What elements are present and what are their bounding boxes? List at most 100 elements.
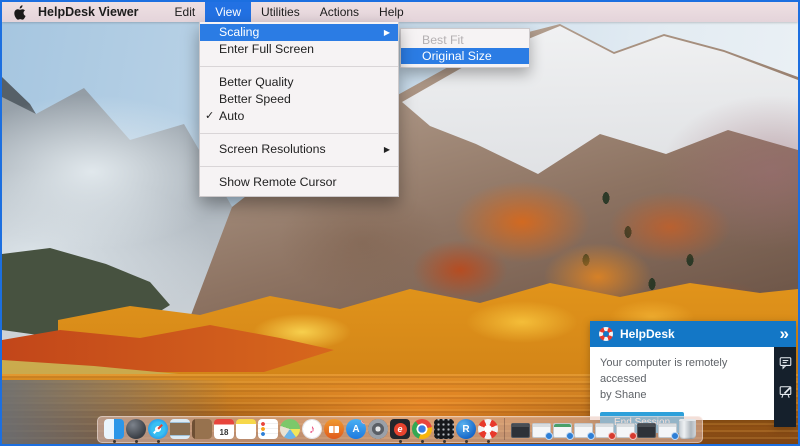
menubar-item-actions[interactable]: Actions — [310, 2, 369, 22]
menu-item-screen-resolutions[interactable]: Screen Resolutions▶ — [200, 141, 398, 158]
dock-minimized-window-7[interactable] — [637, 420, 656, 438]
menu-item-label: Better Speed — [219, 92, 291, 106]
dock-app-books[interactable] — [324, 419, 344, 439]
reminders-icon — [258, 419, 278, 439]
helpdesk-panel-title: HelpDesk — [620, 327, 773, 341]
dock-app-contacts[interactable] — [192, 419, 212, 439]
dock-app-itunes[interactable]: ♪ — [302, 419, 322, 439]
window-thumbnail — [553, 423, 572, 438]
notes-icon — [236, 419, 256, 439]
window-titlebar — [638, 424, 655, 427]
menubar-item-view[interactable]: View — [205, 2, 251, 22]
dock-app-calendar[interactable]: 18 — [214, 419, 234, 439]
window-thumbnail — [574, 423, 593, 438]
menu-item-label: Enter Full Screen — [219, 42, 314, 56]
menu-item-better-quality[interactable]: Better Quality — [200, 74, 398, 91]
dock-trash[interactable] — [679, 419, 696, 439]
app-badge — [629, 432, 637, 440]
submenu-arrow-icon: ▶ — [384, 141, 390, 158]
menu-separator — [200, 158, 398, 174]
dock-app-mail[interactable] — [170, 419, 190, 439]
safari-icon — [148, 419, 168, 439]
launchpad-icon — [126, 419, 146, 439]
remote-viewer-window: 18 ♪ Ae R HelpDesk Viewer EditViewUtilities… — [0, 0, 800, 446]
dock-app-reminders[interactable] — [258, 419, 278, 439]
menubar-item-help[interactable]: Help — [369, 2, 414, 22]
menu-item-original-size[interactable]: Original Size — [401, 48, 529, 64]
menu-item-auto[interactable]: ✓Auto — [200, 108, 398, 125]
running-indicator — [421, 440, 424, 443]
view-menu: Scaling▶Enter Full ScreenBetter QualityB… — [199, 22, 399, 197]
menu-item-label: Best Fit — [422, 33, 464, 47]
dock-app-sysprefs[interactable] — [368, 419, 388, 439]
dock-app-notes[interactable] — [236, 419, 256, 439]
app-badge — [545, 432, 553, 440]
menu-item-show-remote-cursor[interactable]: Show Remote Cursor — [200, 174, 398, 191]
dock-minimized-window-4[interactable] — [574, 420, 593, 438]
dock-app-appstore[interactable]: A — [346, 419, 366, 439]
window-thumbnail — [511, 423, 530, 438]
dock-app-finder[interactable] — [104, 419, 124, 439]
remote-access-message-line2: by Shane — [600, 388, 764, 404]
menu-separator — [200, 125, 398, 141]
dock-minimized-window-8[interactable] — [658, 420, 677, 438]
menu-item-best-fit[interactable]: Best Fit — [401, 32, 529, 48]
menu-separator — [200, 58, 398, 74]
collapse-panel-button[interactable]: » — [773, 322, 796, 346]
dock-app-safari[interactable] — [148, 419, 168, 439]
helpdesk-icon — [478, 419, 498, 439]
chat-icon[interactable] — [779, 356, 792, 370]
menu-item-label: Better Quality — [219, 75, 294, 89]
dock-app-screenshare[interactable] — [434, 419, 454, 439]
running-indicator — [135, 440, 138, 443]
menu-item-label: Scaling — [219, 25, 259, 39]
finder-icon — [104, 419, 124, 439]
helpdesk-panel-body: Your computer is remotely accessed by Sh… — [590, 347, 774, 420]
dock-minimized-window-6[interactable] — [616, 420, 635, 438]
annotate-whiteboard-icon[interactable] — [779, 385, 792, 399]
dock-app-explorer[interactable]: e — [390, 419, 410, 439]
explorer-icon: e — [390, 419, 410, 439]
itunes-icon: ♪ — [302, 419, 322, 439]
window-thumbnail — [637, 423, 656, 438]
menu-item-enter-full-screen[interactable]: Enter Full Screen — [200, 41, 398, 58]
apple-icon[interactable] — [13, 5, 26, 20]
dock-minimized-window-3[interactable] — [553, 420, 572, 438]
maps-icon — [280, 419, 300, 439]
calendar-icon: 18 — [214, 419, 234, 439]
menu-bar: HelpDesk Viewer EditViewUtilitiesActions… — [2, 2, 798, 22]
menu-item-scaling[interactable]: Scaling▶ — [200, 24, 398, 41]
dock-minimized-window-5[interactable] — [595, 420, 614, 438]
window-thumbnail — [595, 423, 614, 438]
books-icon — [324, 419, 344, 439]
menubar-item-edit[interactable]: Edit — [165, 2, 206, 22]
dock-minimized-window-1[interactable] — [511, 420, 530, 438]
dock: 18 ♪ Ae R — [97, 416, 703, 443]
appstore-icon: A — [346, 419, 366, 439]
screenshare-icon — [434, 419, 454, 439]
menu-item-better-speed[interactable]: Better Speed — [200, 91, 398, 108]
app-name: HelpDesk Viewer — [38, 5, 139, 19]
sysprefs-icon — [368, 419, 388, 439]
menubar-item-utilities[interactable]: Utilities — [251, 2, 310, 22]
dock-app-chrome[interactable] — [412, 419, 432, 439]
running-indicator — [487, 440, 490, 443]
check-icon: ✓ — [205, 108, 217, 125]
remote-icon: R — [456, 419, 476, 439]
window-thumbnail — [532, 423, 551, 438]
contacts-icon — [192, 419, 212, 439]
chrome-icon — [412, 419, 432, 439]
window-thumbnail — [616, 423, 635, 438]
remote-access-message-line1: Your computer is remotely accessed — [600, 356, 764, 388]
menu-item-label: Original Size — [422, 49, 492, 63]
dock-app-maps[interactable] — [280, 419, 300, 439]
dock-minimized-window-2[interactable] — [532, 420, 551, 438]
dock-app-launchpad[interactable] — [126, 419, 146, 439]
helpdesk-panel-toolbar — [774, 347, 796, 427]
running-indicator — [465, 440, 468, 443]
mail-icon — [170, 419, 190, 439]
scaling-submenu: Best Fit Original Size — [400, 28, 530, 68]
dock-app-helpdesk[interactable] — [478, 419, 498, 439]
icon-glyph: 18 — [220, 428, 229, 437]
dock-app-remote[interactable]: R — [456, 419, 476, 439]
